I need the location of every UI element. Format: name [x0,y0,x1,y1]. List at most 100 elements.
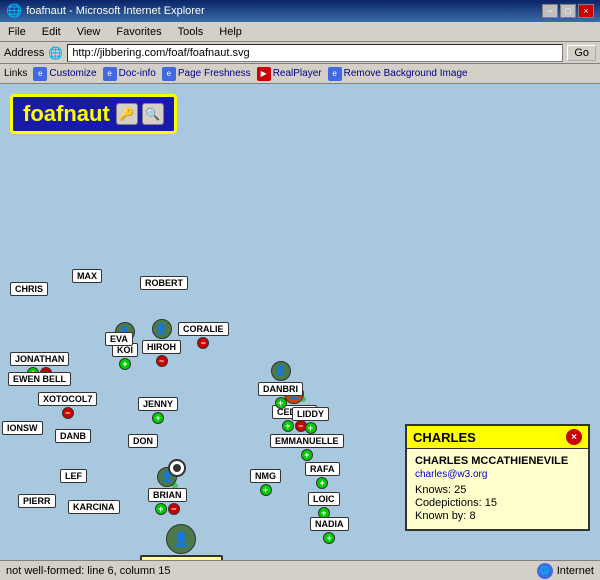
hiroh-avatar: 👤 [152,319,172,339]
address-input[interactable] [67,44,563,62]
hiroh-label[interactable]: HIROH [142,340,181,354]
nmg-node[interactable]: NMG + [250,469,281,496]
chris-label[interactable]: CHRIS [10,282,48,296]
robert-label[interactable]: ROBERT [140,276,188,290]
link-pagefreshness[interactable]: e Page Freshness [162,67,251,81]
pierr-label[interactable]: PIERR [18,494,56,508]
lef-node[interactable]: LEF [60,469,87,483]
knows-value: 25 [454,484,466,496]
don-label[interactable]: DON [128,434,158,448]
link-docinfo[interactable]: e Doc-info [103,67,156,81]
ewen-bell-node[interactable]: EWEN BELL [8,372,71,386]
info-full-name: CHARLES MCCATHIENEVILE [415,455,580,467]
link-realplayer[interactable]: ▶ RealPlayer [257,67,322,81]
maximize-button[interactable]: □ [560,4,576,18]
liddy-label[interactable]: LIDDY [292,407,329,421]
close-button[interactable]: × [578,4,594,18]
known-by-value: 8 [469,510,475,522]
info-panel: CHARLES × CHARLES MCCATHIENEVILE charles… [405,424,590,531]
danbri-node[interactable]: 👤 DANBRI + [258,361,303,409]
menu-file[interactable]: File [4,25,30,39]
emmanuelle-plus-btn[interactable]: + [301,449,313,461]
info-panel-body: CHARLES MCCATHIENEVILE charles@w3.org Kn… [407,449,588,529]
brian-plus-btn[interactable]: + [155,503,167,515]
max-label[interactable]: MAX [72,269,102,283]
emmanuelle-label[interactable]: EMMANUELLE [270,434,344,448]
removebg-icon: e [328,67,342,81]
window-controls[interactable]: − □ × [542,4,594,18]
brian-minus-btn[interactable]: − [168,503,180,515]
max-node[interactable]: MAX [72,269,102,283]
coralie-minus-btn[interactable]: − [197,337,209,349]
status-message: not well-formed: line 6, column 15 [6,565,170,577]
nmg-plus-btn[interactable]: + [260,484,272,496]
menu-view[interactable]: View [73,25,105,39]
ionsw-node[interactable]: IONSW [2,421,43,435]
karcina-label[interactable]: KARCINA [68,500,120,514]
koi-controls: + [119,358,131,370]
lef-label[interactable]: LEF [60,469,87,483]
karcina-node[interactable]: KARCINA [68,500,120,514]
ie-logo: 🌐 [6,3,22,19]
rafa-label[interactable]: RAFA [305,462,340,476]
eva-label[interactable]: EVA [105,332,133,346]
liddy-node[interactable]: LIDDY + [292,407,329,434]
nmg-label[interactable]: NMG [250,469,281,483]
emmanuelle-node[interactable]: EMMANUELLE + [270,434,344,461]
loic-node[interactable]: LOIC + [308,492,340,519]
jonathan-label[interactable]: JONATHAN [10,352,69,366]
charles-main-label[interactable]: CHARLES [140,555,223,560]
menu-help[interactable]: Help [215,25,246,39]
go-button[interactable]: Go [567,45,596,61]
hiroh-controls: − [156,355,168,367]
menu-tools[interactable]: Tools [174,25,208,39]
ionsw-label[interactable]: IONSW [2,421,43,435]
protocol7-label[interactable]: XOTOCOL7 [38,392,97,406]
danbri-label[interactable]: DANBRI [258,382,303,396]
eva-node[interactable]: EVA [105,332,133,346]
pierr-node[interactable]: PIERR [18,494,56,508]
koi-node[interactable]: 👤 KOI + [112,322,138,370]
loic-label[interactable]: LOIC [308,492,340,506]
danbri-controls: + [275,397,287,409]
link-removebg[interactable]: e Remove Background Image [328,67,468,81]
codepictions-value: 15 [485,497,497,509]
rafa-node[interactable]: RAFA + [305,462,340,489]
nadia-node[interactable]: NADIA + [310,517,349,544]
jenny-label[interactable]: JENNY [138,397,178,411]
minimize-button[interactable]: − [542,4,558,18]
jenny-plus-btn[interactable]: + [152,412,164,424]
menu-favorites[interactable]: Favorites [112,25,165,39]
charles-main-node[interactable]: 👤 CHARLES − [140,524,223,560]
danb-label[interactable]: DANB [55,429,91,443]
chris-node[interactable]: CHRIS [10,282,48,296]
menu-edit[interactable]: Edit [38,25,65,39]
content-area: foafnaut 🔑 🔍 👤 CHARLES − 👤 BRIAN + − 👤 C… [0,84,600,560]
statusbar-right: 🌐 Internet [537,563,594,579]
rafa-plus-btn[interactable]: + [316,477,328,489]
liddy-plus-btn[interactable]: + [305,422,317,434]
link-customize[interactable]: e Customize [33,67,96,81]
koi-plus-btn[interactable]: + [119,358,131,370]
hiroh-node[interactable]: 👤 HIROH − [142,319,181,367]
zone-label: Internet [557,565,594,577]
key-icon[interactable]: 🔑 [116,103,138,125]
danbri-plus-btn[interactable]: + [275,397,287,409]
search-icon[interactable]: 🔍 [142,103,164,125]
coralie-label[interactable]: CORALIE [178,322,229,336]
ewen-bell-label[interactable]: EWEN BELL [8,372,71,386]
coralie-node[interactable]: CORALIE − [178,322,229,349]
jenny-node[interactable]: JENNY + [138,397,178,424]
don-node[interactable]: DON [128,434,158,448]
info-close-button[interactable]: × [566,429,582,445]
nadia-label[interactable]: NADIA [310,517,349,531]
protocol7-node[interactable]: XOTOCOL7 − [38,392,97,419]
info-email[interactable]: charles@w3.org [415,469,580,480]
robert-node[interactable]: ROBERT [140,276,188,290]
protocol7-minus-btn[interactable]: − [62,407,74,419]
danb-node[interactable]: DANB [55,429,91,443]
hiroh-minus-btn[interactable]: − [156,355,168,367]
target-icon[interactable] [168,459,186,477]
brian-label[interactable]: BRIAN [148,488,187,502]
nadia-plus-btn[interactable]: + [323,532,335,544]
